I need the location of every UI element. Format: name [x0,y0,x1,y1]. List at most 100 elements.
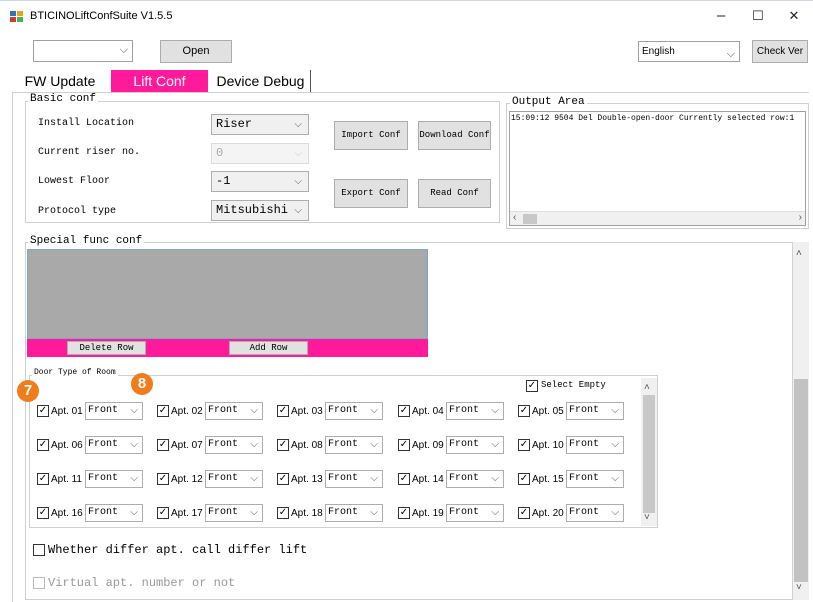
apt-checkbox[interactable]: ✓ [37,439,49,451]
scroll-right-icon[interactable]: › [799,212,802,223]
chevron-down-icon: ⌵ [491,439,499,450]
apt-checkbox[interactable]: ✓ [157,507,169,519]
chevron-down-icon: ⌵ [370,405,378,416]
annotation-badge-8: 8 [131,373,153,395]
apt-door-select[interactable]: Front ⌵ [325,436,383,454]
differ-lift-checkbox[interactable] [33,544,45,556]
apt-checkbox[interactable]: ✓ [398,473,410,485]
apt-checkbox[interactable]: ✓ [398,507,410,519]
apt-checkbox[interactable]: ✓ [37,405,49,417]
output-textbox[interactable]: 15:09:12 9504 Del Double-open-door Curre… [509,111,806,226]
delete-row-button[interactable]: Delete Row [67,341,146,355]
apt-checkbox[interactable]: ✓ [37,473,49,485]
apt-checkbox[interactable]: ✓ [518,473,530,485]
scrollbar-thumb[interactable] [643,395,655,513]
tab-fw-update[interactable]: FW Update [12,70,108,92]
chevron-down-icon: ⌵ [250,439,258,450]
open-button[interactable]: Open [160,40,232,63]
chevron-down-icon: ⌵ [611,507,619,518]
scroll-down-icon[interactable]: ˅ [644,512,650,523]
apt-door-value: Front [449,405,480,416]
protocol-select[interactable]: Mitsubishi ⌵ [211,200,309,221]
tab-device-debug[interactable]: Device Debug [211,70,311,92]
apt-item: ✓ Apt. 20 Front ⌵ [518,504,636,524]
scrollbar-thumb[interactable] [794,379,808,582]
tab-lift-conf[interactable]: Lift Conf [111,70,208,92]
apt-checkbox[interactable]: ✓ [277,507,289,519]
apt-door-value: Front [449,507,480,518]
apt-label: Apt. 20 [532,508,564,519]
install-location-value: Riser [216,117,253,131]
apt-door-select[interactable]: Front ⌵ [446,402,504,420]
apt-door-select[interactable]: Front ⌵ [446,436,504,454]
apt-door-select[interactable]: Front ⌵ [325,470,383,488]
apt-checkbox[interactable]: ✓ [37,507,49,519]
apt-door-value: Front [328,405,359,416]
apt-checkbox[interactable]: ✓ [277,473,289,485]
scroll-down-icon[interactable]: ˅ [796,582,802,593]
apt-item: ✓ Apt. 06 Front ⌵ [37,436,155,456]
apt-door-select[interactable]: Front ⌵ [566,402,624,420]
download-conf-button[interactable]: Download Conf [418,121,491,150]
add-row-button[interactable]: Add Row [229,341,308,355]
apt-door-value: Front [569,473,600,484]
apt-door-select[interactable]: Front ⌵ [85,504,143,522]
apt-door-select[interactable]: Front ⌵ [205,470,263,488]
apt-door-select[interactable]: Front ⌵ [85,470,143,488]
scroll-left-icon[interactable]: ‹ [513,212,516,223]
apt-checkbox[interactable]: ✓ [518,439,530,451]
scrollbar-thumb[interactable] [523,214,537,224]
read-conf-button[interactable]: Read Conf [418,179,491,208]
apt-checkbox[interactable]: ✓ [398,439,410,451]
language-select[interactable]: English ⌵ [638,41,740,62]
apt-door-select[interactable]: Front ⌵ [446,470,504,488]
apt-door-select[interactable]: Front ⌵ [566,436,624,454]
apt-door-select[interactable]: Front ⌵ [566,504,624,522]
apt-door-select[interactable]: Front ⌵ [446,504,504,522]
output-horizontal-scrollbar[interactable]: ‹ › [510,211,805,225]
chevron-down-icon: ⌵ [119,44,128,56]
maximize-button[interactable]: ☐ [740,4,776,28]
apt-checkbox[interactable]: ✓ [277,439,289,451]
apt-door-select[interactable]: Front ⌵ [85,436,143,454]
apt-checkbox[interactable]: ✓ [157,405,169,417]
window-title: BTICINOLiftConfSuite V1.5.5 [30,10,173,22]
door-vertical-scrollbar[interactable]: ˄ ˅ [641,378,657,526]
apt-door-select[interactable]: Front ⌵ [566,470,624,488]
close-button[interactable]: ✕ [776,4,812,28]
apt-door-value: Front [449,473,480,484]
apt-door-value: Front [328,507,359,518]
check-version-button[interactable]: Check Ver [752,40,808,63]
apt-checkbox[interactable]: ✓ [398,405,410,417]
main-vertical-scrollbar[interactable]: ˄ ˅ [793,242,809,600]
apt-item: ✓ Apt. 02 Front ⌵ [157,402,275,422]
import-conf-button[interactable]: Import Conf [334,121,408,150]
apt-checkbox[interactable]: ✓ [157,473,169,485]
apt-door-value: Front [569,439,600,450]
apt-door-select[interactable]: Front ⌵ [205,436,263,454]
special-func-grid[interactable] [27,249,428,339]
scroll-up-icon[interactable]: ˄ [796,248,802,259]
install-location-select[interactable]: Riser ⌵ [211,114,309,135]
apt-door-select[interactable]: Front ⌵ [325,402,383,420]
scroll-up-icon[interactable]: ˄ [644,382,650,393]
apt-checkbox[interactable]: ✓ [277,405,289,417]
apt-door-select[interactable]: Front ⌵ [325,504,383,522]
apt-checkbox[interactable]: ✓ [518,507,530,519]
apt-door-value: Front [208,473,239,484]
minimize-button[interactable]: – [703,4,739,28]
app-icon [10,11,24,22]
apt-checkbox[interactable]: ✓ [157,439,169,451]
port-select[interactable]: ⌵ [33,40,133,62]
apt-checkbox[interactable]: ✓ [518,405,530,417]
apt-item: ✓ Apt. 11 Front ⌵ [37,470,155,490]
lowest-floor-select[interactable]: -1 ⌵ [211,171,309,192]
chevron-down-icon: ⌵ [250,473,258,484]
protocol-value: Mitsubishi [216,203,289,217]
apt-door-select[interactable]: Front ⌵ [85,402,143,420]
select-empty-checkbox[interactable]: ✓ [526,380,538,392]
chevron-down-icon: ⌵ [491,405,499,416]
apt-door-select[interactable]: Front ⌵ [205,504,263,522]
apt-door-select[interactable]: Front ⌵ [205,402,263,420]
export-conf-button[interactable]: Export Conf [334,179,408,208]
